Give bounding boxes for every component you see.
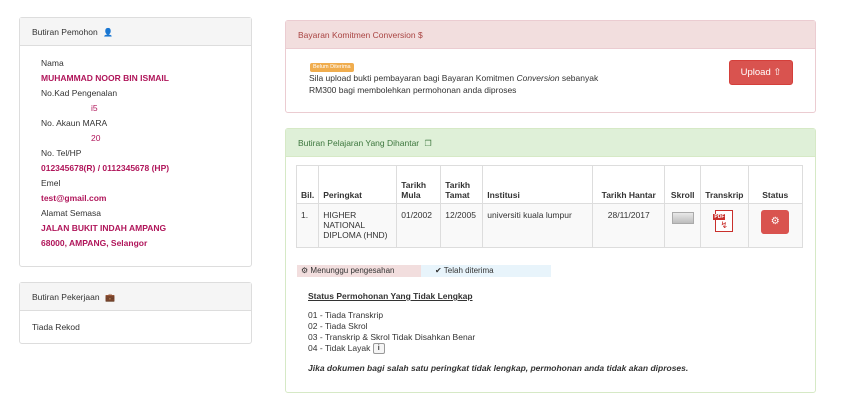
status-item-04: 04 - Tidak Layak i xyxy=(308,343,475,355)
col-transkrip: Transkrip xyxy=(700,165,749,204)
col-tarikh-tamat: Tarikh Tamat xyxy=(440,165,484,204)
briefcase-icon: 💼 xyxy=(104,293,115,302)
status-item-03: 03 - Transkrip & Skrol Tidak Disahkan Be… xyxy=(308,332,476,342)
table-header-row: Bil. Peringkat Tarikh Mula Tarikh Tamat … xyxy=(295,165,804,204)
status-badge: Belum Diterima xyxy=(310,63,354,72)
cell-skroll xyxy=(664,203,702,248)
education-panel: Butiran Pelajaran Yang Dihantar ❐ Bil. P… xyxy=(285,128,816,393)
cell-peringkat: HIGHER NATIONAL DIPLOMA (HND) xyxy=(318,203,398,248)
upload-button[interactable]: Upload ⇧ xyxy=(729,60,793,85)
incomplete-note: Jika dokumen bagi salah satu peringkat t… xyxy=(308,363,689,373)
applicant-details-title: Butiran Pemohon xyxy=(32,27,98,37)
ic-label: No.Kad Pengenalan xyxy=(41,88,118,98)
phone-value: 012345678(R) / 0112345678 (HP) xyxy=(41,163,170,173)
education-table: Bil. Peringkat Tarikh Mula Tarikh Tamat … xyxy=(295,165,804,248)
education-title: Butiran Pelajaran Yang Dihantar xyxy=(298,138,420,148)
cell-status: ⚙ xyxy=(747,203,804,248)
check-icon: ✔ xyxy=(435,266,442,275)
employment-details-title: Butiran Pekerjaan xyxy=(32,292,100,302)
cell-transkrip: PDF ↯ xyxy=(700,203,749,248)
incomplete-status-title: Status Permohonan Yang Tidak Lengkap xyxy=(308,291,473,301)
user-icon: 👤 xyxy=(103,28,114,37)
address-label: Alamat Semasa xyxy=(41,208,101,218)
name-value: MUHAMMAD NOOR BIN ISMAIL xyxy=(41,73,169,83)
col-institusi: Institusi xyxy=(482,165,594,204)
table-row: 1. HIGHER NATIONAL DIPLOMA (HND) 01/2002… xyxy=(295,203,804,248)
pdf-icon[interactable]: PDF ↯ xyxy=(713,210,734,232)
legend-pending: ⚙ Menunggu pengesahan xyxy=(297,265,421,277)
employment-empty-text: Tiada Rekod xyxy=(32,322,80,332)
status-item-01: 01 - Tiada Transkrip xyxy=(308,310,384,320)
cell-bil: 1. xyxy=(295,203,320,248)
payment-title: Bayaran Komitmen Conversion $ xyxy=(298,30,423,40)
col-peringkat: Peringkat xyxy=(318,165,398,204)
gears-icon: ⚙ xyxy=(301,266,309,275)
copy-icon: ❐ xyxy=(424,139,432,148)
mara-account-label: No. Akaun MARA xyxy=(41,118,108,128)
cell-tarikh-tamat: 12/2005 xyxy=(440,203,484,248)
col-status: Status xyxy=(747,165,804,204)
employment-details-heading: Butiran Pekerjaan 💼 xyxy=(20,283,251,311)
applicant-details-panel: Butiran Pemohon 👤 Nama MUHAMMAD NOOR BIN… xyxy=(19,17,252,267)
payment-text-line2: RM300 bagi membolehkan permohonan anda d… xyxy=(309,85,517,95)
pdf-swirl: ↯ xyxy=(720,220,728,230)
mara-account-value: 20 xyxy=(91,133,101,143)
applicant-info: Nama MUHAMMAD NOOR BIN ISMAIL No.Kad Pen… xyxy=(20,46,251,251)
payment-text-line1-end: sebanyak xyxy=(561,73,599,83)
cell-institusi: universiti kuala lumpur xyxy=(482,203,594,248)
scroll-thumbnail[interactable] xyxy=(671,212,694,224)
legend-pending-label: Menunggu pengesahan xyxy=(310,266,395,275)
applicant-details-heading: Butiran Pemohon 👤 xyxy=(20,18,251,46)
status-gears-button[interactable]: ⚙ xyxy=(761,210,790,234)
info-icon[interactable]: i xyxy=(372,343,385,355)
employment-details-panel: Butiran Pekerjaan 💼 Tiada Rekod xyxy=(19,282,252,344)
col-skroll: Skroll xyxy=(664,165,702,204)
payment-text-emphasis: Conversion xyxy=(516,73,560,83)
legend-accepted: ✔ Telah diterima xyxy=(421,265,551,277)
name-label: Nama xyxy=(41,58,64,68)
incomplete-status-list: 01 - Tiada Transkrip 02 - Tiada Skrol 03… xyxy=(308,310,476,355)
education-heading: Butiran Pelajaran Yang Dihantar ❐ xyxy=(286,129,815,157)
status-item-04-text: 04 - Tidak Layak xyxy=(308,343,371,353)
col-tarikh-hantar: Tarikh Hantar xyxy=(592,165,666,204)
phone-label: No. Tel/HP xyxy=(41,148,82,158)
payment-heading: Bayaran Komitmen Conversion $ xyxy=(286,21,815,49)
address-line2: 68000, AMPANG, Selangor xyxy=(41,238,148,248)
col-bil: Bil. xyxy=(295,165,320,204)
upload-button-label: Upload xyxy=(740,67,771,78)
col-tarikh-mula: Tarikh Mula xyxy=(396,165,442,204)
cell-tarikh-hantar: 28/11/2017 xyxy=(592,203,666,248)
payment-instructions: Sila upload bukti pembayaran bagi Bayara… xyxy=(309,72,598,96)
email-value: test@gmail.com xyxy=(41,193,107,203)
address-line1: JALAN BUKIT INDAH AMPANG xyxy=(41,223,167,233)
payment-text-line1: Sila upload bukti pembayaran bagi Bayara… xyxy=(309,73,515,83)
cell-tarikh-mula: 01/2002 xyxy=(396,203,442,248)
payment-panel: Bayaran Komitmen Conversion $ Belum Dite… xyxy=(285,20,816,113)
legend-accepted-label: Telah diterima xyxy=(443,266,494,275)
status-item-02: 02 - Tiada Skrol xyxy=(308,321,368,331)
upload-circle-icon: ⇧ xyxy=(773,67,782,78)
ic-value: i5 xyxy=(91,103,98,113)
email-label: Emel xyxy=(41,178,61,188)
